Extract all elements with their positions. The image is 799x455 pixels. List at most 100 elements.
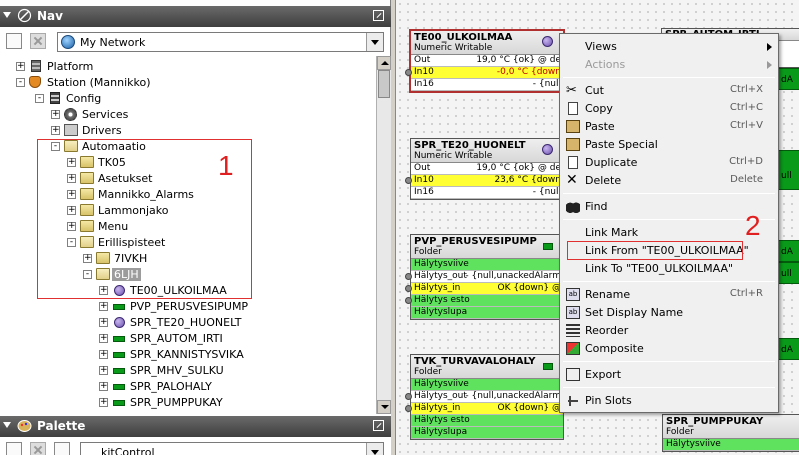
- collapse-arrow-icon[interactable]: [3, 422, 11, 428]
- scroll-up-icon[interactable]: [377, 56, 391, 70]
- menu-separator: [563, 193, 775, 194]
- link-pin[interactable]: [405, 285, 412, 292]
- block-name: PVP_PERUSVESIPUMP: [414, 236, 537, 247]
- expand-toggle[interactable]: +: [51, 110, 60, 119]
- platform-icon: [31, 60, 41, 72]
- menu-item-actions[interactable]: Actions: [561, 56, 777, 74]
- slot-halytyslupa[interactable]: Hälytyslupa: [411, 427, 563, 439]
- menu-item-delete[interactable]: ✕ Delete Delete: [561, 172, 777, 190]
- partial-slot-text: dA: [781, 345, 793, 355]
- slot-halytysviive[interactable]: Hälytysviive: [663, 439, 799, 451]
- search-palette-icon[interactable]: [54, 442, 70, 455]
- chevron-down-icon[interactable]: [366, 33, 383, 51]
- block-spr-pumppukay[interactable]: SPR_PUMPPUKAY Folder Hälytysviive: [662, 414, 799, 452]
- globe-icon: [61, 35, 75, 49]
- slot-halytys-in[interactable]: Hälytys_in OK {down} @: [405, 403, 563, 415]
- link-pin[interactable]: [405, 405, 412, 412]
- block-te00-ulkoilmaa[interactable]: TE00_ULKOILMAA Numeric Writable Out 19,0 …: [405, 29, 565, 93]
- tree-item-label: SPR_TE20_HUONELT: [130, 316, 242, 329]
- slot-halytys-esto[interactable]: Hälytys esto: [411, 415, 563, 427]
- menu-item-views[interactable]: Views: [561, 38, 777, 56]
- link-pin[interactable]: [405, 297, 412, 304]
- tree-item-label: PVP_PERUSVESIPUMP: [130, 300, 249, 313]
- nav-title: Nav: [37, 9, 63, 23]
- palette-panel: Palette kitControl: [0, 414, 391, 455]
- open-palette-icon[interactable]: [6, 442, 22, 455]
- slot-in10[interactable]: In10 23,6 °C {down: [405, 175, 563, 187]
- link-pin[interactable]: [405, 273, 412, 280]
- slot-in16[interactable]: In16- {null: [411, 79, 563, 91]
- menu-item-set-display-name[interactable]: ab Set Display Name: [561, 304, 777, 322]
- slot-halytysviive[interactable]: Hälytysviive: [411, 259, 563, 271]
- palette-combo[interactable]: kitControl: [80, 442, 384, 455]
- expand-toggle[interactable]: +: [99, 302, 108, 311]
- expand-toggle[interactable]: +: [99, 350, 108, 359]
- block-partial-r3[interactable]: dA: [778, 240, 799, 262]
- block-header[interactable]: SPR_TE20_HUONELT Numeric Writable: [411, 139, 563, 163]
- block-header[interactable]: PVP_PERUSVESIPUMP Folder: [411, 235, 563, 259]
- menu-item-link-to[interactable]: Link To "TE00_ULKOILMAA": [561, 260, 777, 278]
- expand-toggle[interactable]: +: [51, 126, 60, 135]
- block-partial-r2[interactable]: ull: [778, 150, 799, 190]
- slot-out[interactable]: Out 19,0 °C {ok} @ de: [411, 55, 563, 67]
- partial-slot-text: ull: [781, 171, 792, 181]
- link-pin[interactable]: [405, 69, 412, 76]
- slot-halytys-out[interactable]: Hälytys_out - {null,unackedAlarm: [405, 271, 563, 283]
- slot-in10[interactable]: In10 -0,0 °C {down: [405, 67, 563, 79]
- scroll-down-icon[interactable]: [377, 400, 391, 414]
- block-type: Folder: [414, 367, 442, 377]
- expand-toggle[interactable]: +: [16, 62, 25, 71]
- block-spr-te20-huonelt[interactable]: SPR_TE20_HUONELT Numeric Writable Out 19,…: [405, 138, 564, 200]
- slot-halytys-esto[interactable]: Hälytys esto: [405, 295, 563, 307]
- popout-icon[interactable]: [373, 420, 384, 431]
- scroll-thumb[interactable]: [378, 70, 390, 98]
- block-partial-r4[interactable]: ull: [778, 262, 799, 284]
- slot-halytysviive[interactable]: Hälytysviive: [411, 379, 563, 391]
- menu-item-paste[interactable]: Paste Ctrl+V: [561, 118, 777, 136]
- expand-toggle[interactable]: -: [35, 94, 44, 103]
- expand-toggle[interactable]: +: [99, 334, 108, 343]
- block-tvk-turvavalohaly[interactable]: TVK_TURVAVALOHALY Folder Hälytysviive Hä…: [405, 354, 564, 440]
- menu-item-paste-special[interactable]: Paste Special: [561, 136, 777, 154]
- slot-halytys-out[interactable]: Hälytys_out - {null,unackedAlarm: [405, 391, 563, 403]
- collapse-arrow-icon[interactable]: [3, 12, 11, 18]
- expand-toggle[interactable]: -: [16, 78, 25, 87]
- binoculars-icon: [566, 200, 580, 213]
- palette-header: Palette: [0, 416, 391, 437]
- expand-toggle[interactable]: +: [99, 366, 108, 375]
- chevron-down-icon[interactable]: [366, 443, 383, 455]
- paste-icon: [566, 120, 580, 133]
- menu-item-cut[interactable]: ✂ Cut Ctrl+X: [561, 82, 777, 100]
- block-pvp-perusvesipump[interactable]: PVP_PERUSVESIPUMP Folder Hälytysviive Hä…: [405, 234, 564, 320]
- slot-halytys-in[interactable]: Hälytys_in OK {down} @: [405, 283, 563, 295]
- slot-out[interactable]: Out 19,0 °C {ok} @ de: [411, 163, 563, 175]
- network-combo[interactable]: My Network: [57, 32, 384, 52]
- slot-halytyslupa[interactable]: Hälytyslupa: [411, 307, 563, 319]
- nav-compass-icon: [17, 8, 32, 23]
- block-partial-r5[interactable]: dA: [778, 338, 799, 360]
- close-disabled-icon[interactable]: [30, 33, 46, 49]
- link-pin[interactable]: [405, 393, 412, 400]
- block-header[interactable]: TVK_TURVAVALOHALY Folder: [411, 355, 563, 379]
- slot-in16[interactable]: In16- {null: [411, 187, 563, 199]
- new-item-icon[interactable]: [6, 33, 22, 49]
- close-palette-icon[interactable]: [30, 442, 46, 455]
- link-pin[interactable]: [405, 177, 412, 184]
- block-header[interactable]: SPR_PUMPPUKAY Folder: [663, 415, 799, 439]
- expand-toggle[interactable]: +: [99, 318, 108, 327]
- popout-icon[interactable]: [373, 10, 384, 21]
- menu-item-pin-slots[interactable]: Pin Slots: [561, 392, 777, 410]
- nav-scrollbar[interactable]: [376, 56, 391, 414]
- menu-separator: [563, 77, 775, 78]
- menu-item-reorder[interactable]: Reorder: [561, 322, 777, 340]
- block-partial-r1[interactable]: dA: [778, 68, 799, 90]
- block-header[interactable]: TE00_ULKOILMAA Numeric Writable: [411, 31, 563, 55]
- expand-toggle[interactable]: +: [99, 398, 108, 407]
- menu-item-rename[interactable]: ab Rename Ctrl+R: [561, 286, 777, 304]
- expand-toggle[interactable]: +: [99, 382, 108, 391]
- scissors-icon: ✂: [566, 83, 577, 98]
- menu-item-duplicate[interactable]: Duplicate Ctrl+D: [561, 154, 777, 172]
- menu-item-copy[interactable]: Copy Ctrl+C: [561, 100, 777, 118]
- menu-item-composite[interactable]: Composite: [561, 340, 777, 358]
- menu-item-export[interactable]: Export: [561, 366, 777, 384]
